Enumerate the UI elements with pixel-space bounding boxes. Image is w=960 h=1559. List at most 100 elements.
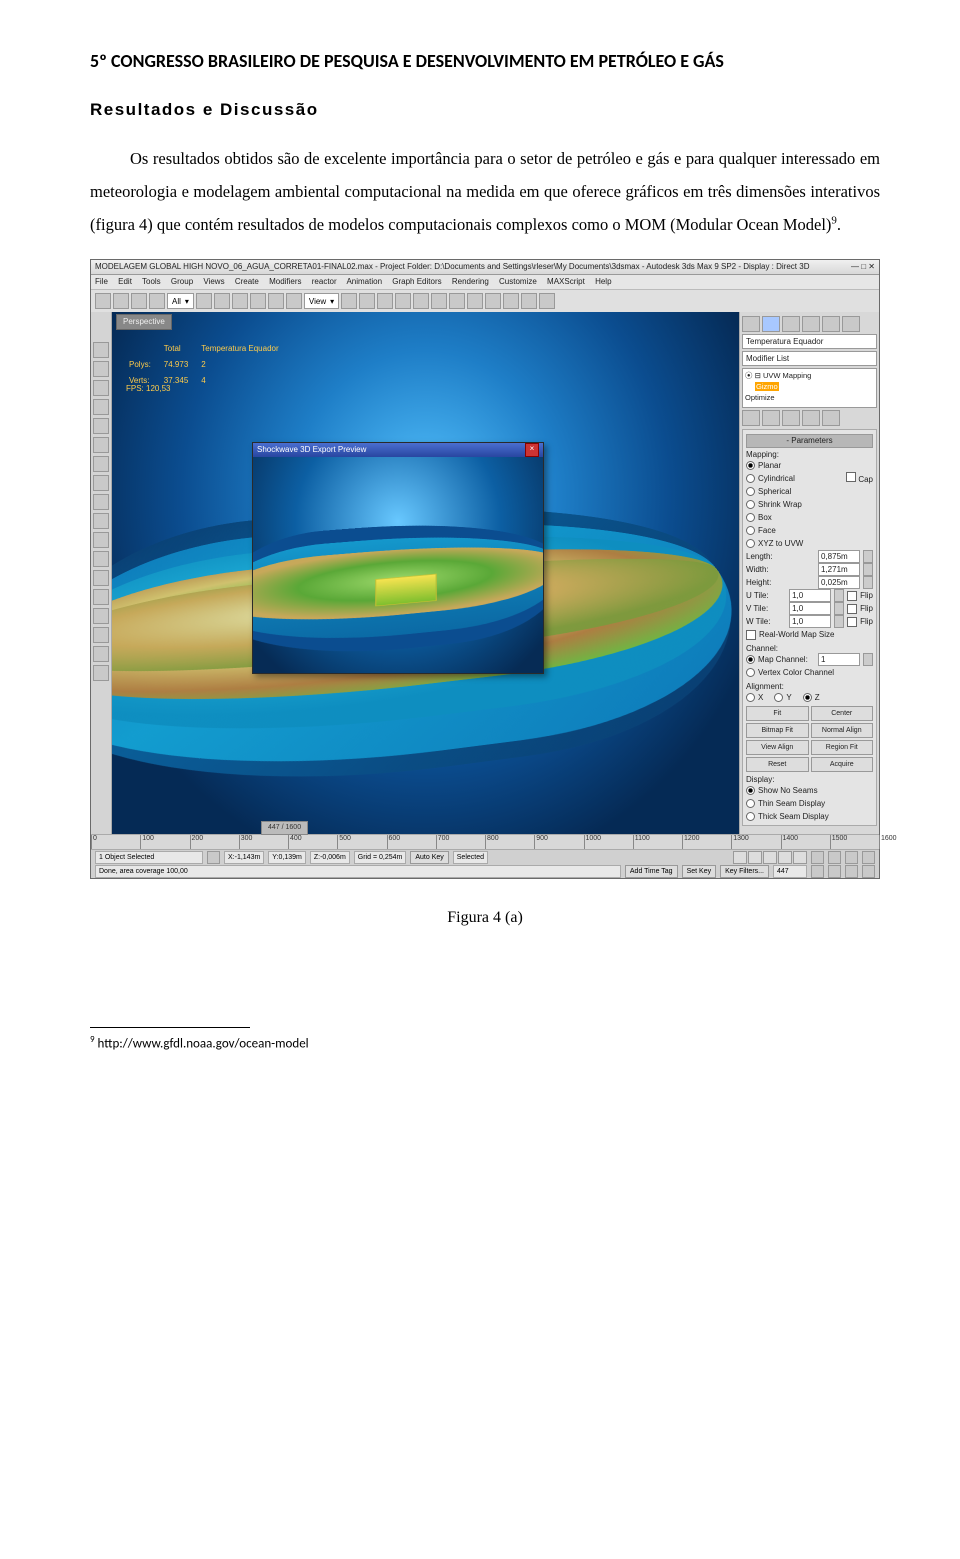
reactor-icon[interactable] (93, 380, 109, 396)
reactor-icon[interactable] (93, 342, 109, 358)
nav-arc-icon[interactable] (845, 865, 858, 878)
menu-group[interactable]: Group (171, 277, 193, 286)
nav-orbit-icon[interactable] (845, 851, 858, 864)
spinner-icon[interactable] (863, 576, 873, 589)
time-slider[interactable]: 0100200300400500600700800900100011001200… (91, 834, 879, 850)
prev-frame-icon[interactable] (748, 851, 762, 864)
reactor-icon[interactable] (93, 418, 109, 434)
next-frame-icon[interactable] (778, 851, 792, 864)
cap-check[interactable] (846, 472, 856, 482)
pin-stack-icon[interactable] (742, 410, 760, 426)
unlink-icon[interactable] (149, 293, 165, 309)
reactor-icon[interactable] (93, 532, 109, 548)
perspective-viewport[interactable]: Perspective TotalTemperatura Equador Pol… (112, 312, 739, 836)
addtimetag-button[interactable]: Add Time Tag (625, 865, 678, 878)
setkey-button[interactable]: Set Key (682, 865, 717, 878)
pivot-icon[interactable] (341, 293, 357, 309)
reactor-icon[interactable] (93, 399, 109, 415)
mapchannel-input[interactable]: 1 (818, 653, 860, 666)
acquire-button[interactable]: Acquire (811, 757, 874, 772)
spinner-icon[interactable] (863, 550, 873, 563)
utile-input[interactable]: 1,0 (789, 589, 831, 602)
create-tab-icon[interactable] (742, 316, 760, 332)
reactor-icon[interactable] (93, 437, 109, 453)
schematic-icon[interactable] (485, 293, 501, 309)
preview-titlebar[interactable]: Shockwave 3D Export Preview × (253, 443, 543, 457)
radio-vcc[interactable] (746, 668, 755, 677)
quick-render-icon[interactable] (539, 293, 555, 309)
close-icon[interactable]: × (525, 443, 539, 457)
goto-start-icon[interactable] (733, 851, 747, 864)
link-icon[interactable] (131, 293, 147, 309)
remove-mod-icon[interactable] (802, 410, 820, 426)
percent-snap-icon[interactable] (395, 293, 411, 309)
width-input[interactable]: 1,271m (818, 563, 860, 576)
flip-w[interactable] (847, 617, 857, 627)
hierarchy-tab-icon[interactable] (782, 316, 800, 332)
nav-fov-icon[interactable] (828, 865, 841, 878)
window-controls[interactable]: — □ ✕ (851, 260, 875, 274)
axis-x[interactable] (746, 693, 755, 702)
current-frame[interactable]: 447 (773, 865, 807, 878)
menu-rendering[interactable]: Rendering (452, 277, 489, 286)
radio-sph[interactable] (746, 487, 755, 496)
unique-icon[interactable] (782, 410, 800, 426)
radio-mapchannel[interactable] (746, 655, 755, 664)
radio-face[interactable] (746, 526, 755, 535)
angle-snap-icon[interactable] (377, 293, 393, 309)
reactor-icon[interactable] (93, 665, 109, 681)
axis-y[interactable] (774, 693, 783, 702)
reactor-icon[interactable] (93, 551, 109, 567)
snap-icon[interactable] (359, 293, 375, 309)
reactor-icon[interactable] (93, 494, 109, 510)
menu-animation[interactable]: Animation (346, 277, 382, 286)
stack-uvw[interactable]: ⦿ ⊟ UVW Mapping (745, 370, 874, 381)
reactor-icon[interactable] (93, 361, 109, 377)
vtile-input[interactable]: 1,0 (789, 602, 831, 615)
motion-tab-icon[interactable] (802, 316, 820, 332)
viewalign-button[interactable]: View Align (746, 740, 809, 755)
radio-planar[interactable] (746, 461, 755, 470)
flip-u[interactable] (847, 591, 857, 601)
radio-box[interactable] (746, 513, 755, 522)
reference-coord[interactable]: View▾ (304, 293, 339, 309)
radio-thick[interactable] (746, 812, 755, 821)
parameters-header[interactable]: - Parameters (746, 434, 873, 448)
modifier-stack[interactable]: ⦿ ⊟ UVW Mapping Gizmo Optimize (742, 368, 877, 408)
stack-gizmo[interactable]: Gizmo (755, 382, 779, 391)
autokey-button[interactable]: Auto Key (410, 851, 448, 864)
align-icon[interactable] (431, 293, 447, 309)
center-button[interactable]: Center (811, 706, 874, 721)
reactor-toolbar[interactable] (91, 312, 112, 836)
radio-xyz[interactable] (746, 539, 755, 548)
menu-customize[interactable]: Customize (499, 277, 537, 286)
lock-selection-icon[interactable] (207, 851, 220, 864)
radio-noseams[interactable] (746, 786, 755, 795)
menu-modifiers[interactable]: Modifiers (269, 277, 301, 286)
menu-views[interactable]: Views (203, 277, 224, 286)
material-editor-icon[interactable] (503, 293, 519, 309)
reactor-icon[interactable] (93, 513, 109, 529)
radio-thin[interactable] (746, 799, 755, 808)
menu-edit[interactable]: Edit (118, 277, 132, 286)
scale-icon[interactable] (286, 293, 302, 309)
realworld-check[interactable] (746, 630, 756, 640)
select-name-icon[interactable] (214, 293, 230, 309)
regionfit-button[interactable]: Region Fit (811, 740, 874, 755)
menu-create[interactable]: Create (235, 277, 259, 286)
menu-grapheditors[interactable]: Graph Editors (392, 277, 441, 286)
spinner-icon[interactable] (834, 602, 844, 615)
command-panel[interactable]: Temperatura Equador Modifier List ⦿ ⊟ UV… (739, 312, 879, 836)
nav-zoomext-icon[interactable] (811, 865, 824, 878)
spinner-icon[interactable] (863, 653, 873, 666)
shockwave-preview-window[interactable]: Shockwave 3D Export Preview × (252, 442, 544, 674)
menubar[interactable]: File Edit Tools Group Views Create Modif… (91, 275, 879, 290)
menu-file[interactable]: File (95, 277, 108, 286)
utilities-tab-icon[interactable] (842, 316, 860, 332)
nav-zoom-icon[interactable] (811, 851, 824, 864)
command-panel-tabs[interactable] (742, 316, 877, 332)
menu-tools[interactable]: Tools (142, 277, 161, 286)
reactor-icon[interactable] (93, 570, 109, 586)
coord-x[interactable]: X:-1,143m (224, 851, 264, 864)
selection-filter[interactable]: All▾ (167, 293, 194, 309)
